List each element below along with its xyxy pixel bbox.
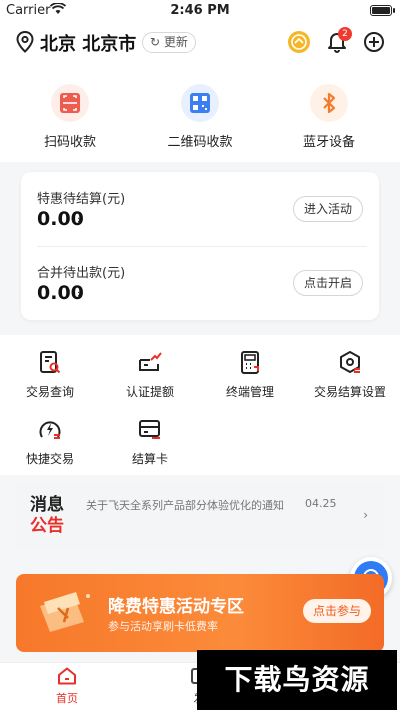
service-verify-limit[interactable]: 认证提额 xyxy=(100,350,200,400)
services-grid: 交易查询 认证提额 终端管理 交易结算设置 快捷交易 结算卡 xyxy=(0,335,400,475)
join-activity-button[interactable]: 点击参与 xyxy=(303,599,372,623)
qrcode-icon xyxy=(181,84,219,122)
banner-title: 降费特惠活动专区 xyxy=(108,597,244,617)
service-label: 快捷交易 xyxy=(25,452,74,466)
service-transaction-query[interactable]: 交易查询 xyxy=(0,350,100,400)
notice-logo-line2: 公告 xyxy=(30,516,64,536)
service-label: 结算卡 xyxy=(131,452,168,466)
scan-icon xyxy=(51,84,89,122)
refresh-icon: ↻ xyxy=(150,35,161,49)
terminal-icon xyxy=(237,350,263,376)
enter-activity-button[interactable]: 进入活动 xyxy=(292,196,363,222)
quick-action-bluetooth[interactable]: 蓝牙设备 xyxy=(279,84,379,150)
tab-label: 首页 xyxy=(56,692,78,705)
settlement-row-merge: 合并待出款(元) 0.00 › 点击开启 xyxy=(21,246,379,320)
card-coupon-icon xyxy=(34,588,96,644)
quick-action-qrcode[interactable]: 二维码收款 xyxy=(150,84,250,150)
reward-coin-icon[interactable] xyxy=(288,31,310,53)
quick-action-scan[interactable]: 扫码收款 xyxy=(20,84,120,150)
settlement-row-discount: 特惠待结算(元) 0.00 › 进入活动 xyxy=(21,172,379,246)
notice-text[interactable]: 关于飞天全系列产品部分体验优化的通知 xyxy=(86,497,284,513)
quick-action-label: 蓝牙设备 xyxy=(302,135,355,150)
service-label: 终端管理 xyxy=(225,385,274,399)
service-settle-settings[interactable]: 交易结算设置 xyxy=(300,350,400,400)
refresh-label: 更新 xyxy=(163,35,188,49)
service-bank-card[interactable]: 结算卡 xyxy=(100,417,200,467)
top-bar: 北京 北京市 ↻ 更新 2 xyxy=(0,22,400,62)
settlement-title: 特惠待结算(元) xyxy=(37,192,126,207)
banner-subtitle: 参与活动享刷卡低费率 xyxy=(108,620,218,633)
service-label: 认证提额 xyxy=(125,385,174,399)
enable-button[interactable]: 点击开启 xyxy=(292,270,363,296)
settlement-title: 合并待出款(元) xyxy=(37,266,126,281)
quick-actions: 扫码收款 二维码收款 蓝牙设备 xyxy=(0,62,400,162)
chevron-right-icon[interactable]: › xyxy=(363,508,368,522)
home-icon xyxy=(57,667,77,688)
clock: 2:46 PM xyxy=(170,3,230,18)
status-bar: Carrier 2:46 PM xyxy=(0,0,400,22)
promo-banner[interactable]: 降费特惠活动专区 参与活动享刷卡低费率 点击参与 xyxy=(16,574,384,652)
service-quick-trade[interactable]: 快捷交易 xyxy=(0,417,100,467)
bluetooth-icon xyxy=(310,84,348,122)
transaction-search-icon xyxy=(37,350,63,376)
quick-action-label: 扫码收款 xyxy=(43,135,96,150)
bank-card-icon xyxy=(137,417,163,443)
refresh-location-button[interactable]: ↻ 更新 xyxy=(142,32,196,53)
verify-limit-icon xyxy=(137,350,163,376)
location-name[interactable]: 北京 北京市 xyxy=(40,30,136,56)
service-label: 交易查询 xyxy=(25,385,74,399)
notice-date: 04.25 xyxy=(305,497,337,510)
battery-icon xyxy=(370,5,395,16)
chevron-right-icon[interactable]: › xyxy=(77,287,81,300)
notification-badge: 2 xyxy=(338,27,352,41)
quick-trade-icon xyxy=(37,417,63,443)
location-pin-icon[interactable] xyxy=(16,30,34,57)
settlement-card: 特惠待结算(元) 0.00 › 进入活动 合并待出款(元) 0.00 › 点击开… xyxy=(21,172,379,320)
tab-home[interactable]: 首页 xyxy=(27,667,107,706)
quick-action-label: 二维码收款 xyxy=(167,135,233,150)
service-terminal-management[interactable]: 终端管理 xyxy=(200,350,300,400)
notice-bar[interactable]: 消息 公告 关于飞天全系列产品部分体验优化的通知 04.25 › xyxy=(16,482,384,550)
watermark: 下载鸟资源 xyxy=(197,650,397,710)
notice-logo: 消息 公告 xyxy=(30,495,72,537)
settle-settings-icon xyxy=(337,350,363,376)
service-label: 交易结算设置 xyxy=(313,385,386,399)
notice-logo-line1: 消息 xyxy=(30,495,64,515)
add-circle-icon[interactable] xyxy=(363,31,385,57)
chevron-right-icon[interactable]: › xyxy=(77,213,81,226)
